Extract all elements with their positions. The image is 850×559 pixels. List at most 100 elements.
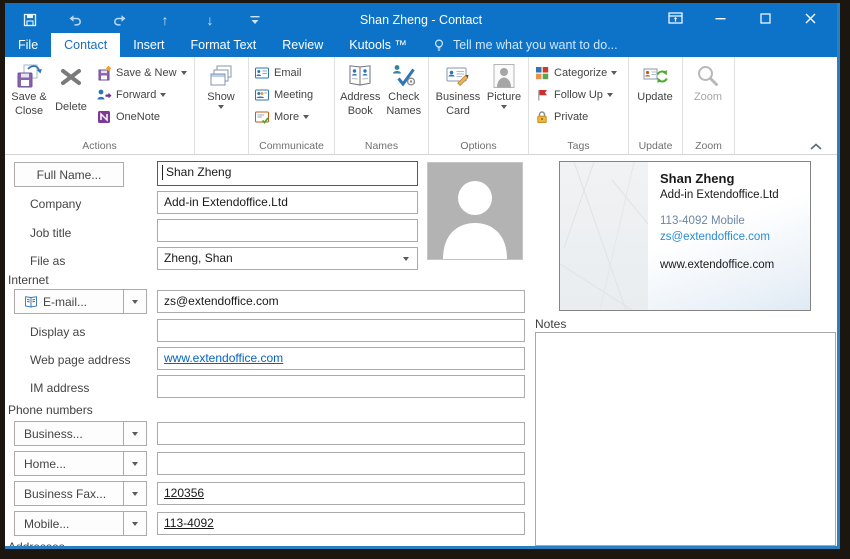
tab-kutools[interactable]: Kutools ™ [336,33,420,57]
phone-business-fax-dropdown[interactable] [124,481,147,506]
tab-format-text[interactable]: Format Text [178,33,270,57]
move-up-icon[interactable]: ↑ [156,11,174,29]
text-cursor [162,165,163,180]
business-card-preview[interactable]: Shan Zheng Add-in Extendoffice.Ltd 113-4… [559,161,811,311]
ribbon-tab-row: File Contact Insert Format Text Review K… [5,33,837,57]
redo-icon[interactable] [111,11,129,29]
follow-up-button[interactable]: Follow Up [534,86,624,103]
ribbon-group-actions: Save & Close Delete Save & New Forward O… [5,57,195,154]
address-book-button[interactable]: Address Book [338,60,382,117]
picture-icon [493,64,515,88]
internet-section-header: Internet [8,273,49,287]
meeting-button[interactable]: Meeting [254,86,330,103]
dropdown-caret-icon [132,491,138,496]
dropdown-caret-icon [501,105,507,109]
full-name-button[interactable]: Full Name... [14,162,124,187]
email-input[interactable]: zs@extendoffice.com [157,290,525,313]
lightbulb-icon [434,38,443,51]
close-button[interactable] [788,3,833,33]
email-button[interactable]: Email [254,64,330,81]
check-names-icon [392,65,415,87]
dropdown-caret-icon [132,521,138,526]
forward-icon [97,89,112,99]
tab-insert[interactable]: Insert [120,33,177,57]
collapse-ribbon-icon[interactable] [809,139,823,150]
group-label-zoom: Zoom [695,140,722,152]
email-dropdown-button[interactable] [124,289,147,314]
save-and-close-button[interactable]: Save & Close [8,60,50,117]
phone-business-fax-input[interactable]: 120356 [157,482,525,505]
onenote-button[interactable]: OneNote [96,108,190,125]
private-lock-icon [537,110,547,123]
phone-home-dropdown[interactable] [124,451,147,476]
business-card-icon [446,67,469,87]
email-button-selector[interactable]: E-mail... [14,289,124,314]
card-background-pattern [560,162,649,310]
phone-business-fax-button[interactable]: Business Fax... [14,481,124,506]
full-name-input[interactable]: Shan Zheng [157,161,418,186]
card-company: Add-in Extendoffice.Ltd [660,189,779,201]
delete-button[interactable]: Delete [50,60,92,113]
display-as-input[interactable] [157,319,525,342]
company-label: Company [30,197,82,211]
phone-mobile-input[interactable]: 113-4092 [157,512,525,535]
group-label-update: Update [638,140,673,152]
phone-mobile-button[interactable]: Mobile... [14,511,124,536]
check-names-button[interactable]: Check Names [382,60,425,117]
phone-mobile-dropdown[interactable] [124,511,147,536]
tab-file[interactable]: File [5,33,51,57]
contact-photo-placeholder[interactable] [427,162,523,260]
tab-review[interactable]: Review [269,33,336,57]
email-book-icon [25,295,37,308]
phone-business-button[interactable]: Business... [14,421,124,446]
save-new-icon [98,65,111,80]
categorize-button[interactable]: Categorize [534,64,624,81]
save-and-new-button[interactable]: Save & New [96,64,190,81]
show-icon [210,65,232,86]
job-title-label: Job title [30,226,72,240]
file-as-select[interactable]: Zheng, Shan [157,247,418,270]
phone-business-input[interactable] [157,422,525,445]
more-button[interactable]: More [254,108,330,125]
quick-access-toolbar: ↑ ↓ [21,9,264,31]
tab-contact[interactable]: Contact [51,33,121,57]
ribbon-display-options-icon[interactable] [653,3,698,33]
tell-me-box[interactable]: Tell me what you want to do... [432,33,618,57]
company-input[interactable]: Add-in Extendoffice.Ltd [157,191,418,214]
group-label-names: Names [364,140,399,152]
notes-textarea[interactable] [535,332,836,546]
business-card-button[interactable]: Business Card [432,60,484,117]
move-down-icon[interactable]: ↓ [201,11,219,29]
dropdown-caret-icon [611,70,618,75]
group-label-options: Options [460,140,497,152]
dropdown-caret-icon [606,92,613,97]
phone-numbers-section-header: Phone numbers [8,403,93,417]
minimize-button[interactable] [698,3,743,33]
window-controls [653,3,833,33]
forward-button[interactable]: Forward [96,86,190,103]
job-title-input[interactable] [157,219,418,242]
phone-home-input[interactable] [157,452,525,475]
save-close-icon [17,64,42,88]
update-button[interactable]: Update [632,60,678,103]
follow-up-flag-icon [538,89,547,100]
maximize-button[interactable] [743,3,788,33]
undo-icon[interactable] [66,11,84,29]
show-button[interactable]: Show [198,60,244,109]
im-address-input[interactable] [157,375,525,398]
customize-qat-icon[interactable] [246,11,264,29]
card-name: Shan Zheng [660,171,735,186]
contact-form: Full Name... Shan Zheng Company Add-in E… [5,155,837,546]
display-as-label: Display as [30,325,86,339]
dropdown-caret-icon [403,257,409,261]
private-button[interactable]: Private [534,108,624,125]
titlebar: ↑ ↓ Shan Zheng - Contact File Contact In… [5,3,837,57]
zoom-button: Zoom [686,60,730,103]
phone-business-dropdown[interactable] [124,421,147,446]
phone-home-button[interactable]: Home... [14,451,124,476]
picture-button[interactable]: Picture [484,60,524,109]
dropdown-caret-icon [132,461,138,466]
save-icon[interactable] [21,11,39,29]
addresses-section-header: Addresses [8,540,65,549]
web-page-input[interactable]: www.extendoffice.com [157,347,525,370]
